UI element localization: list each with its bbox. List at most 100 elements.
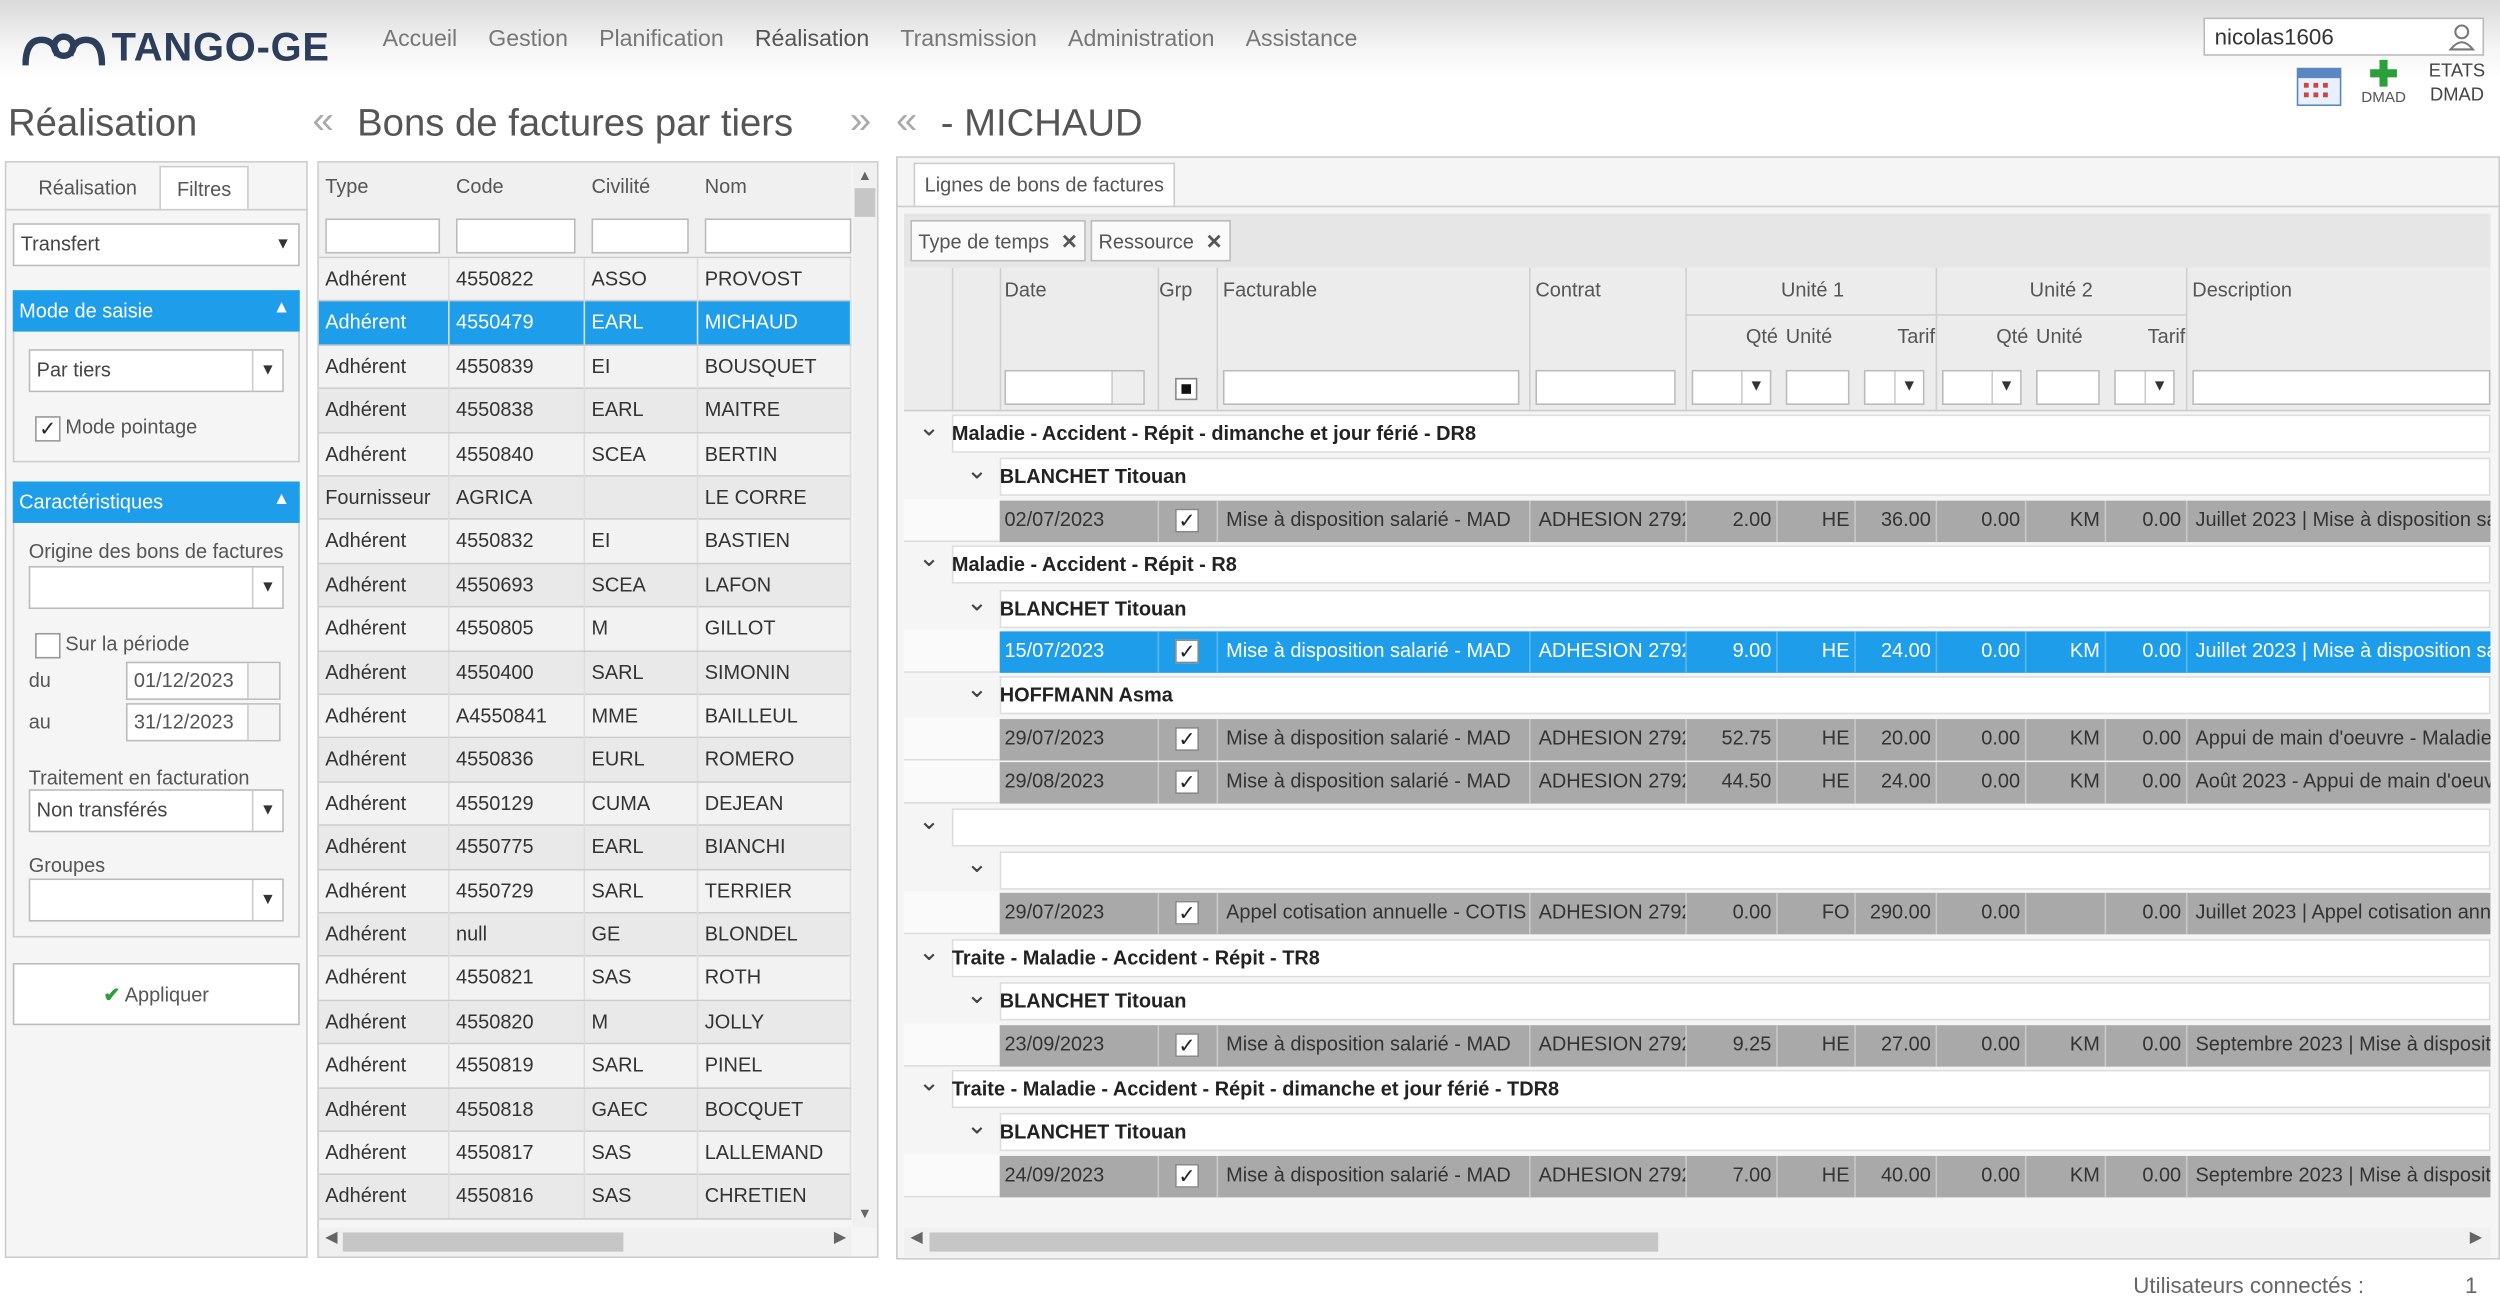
expand-right-icon[interactable]: » — [850, 99, 871, 144]
tab-lignes[interactable]: Lignes de bons de factures — [913, 162, 1176, 208]
subgroup-row[interactable]: ⌄ BLANCHET Titouan — [904, 1110, 2491, 1154]
filter-unite2-input[interactable] — [2036, 369, 2100, 405]
collapse-left-icon[interactable]: « — [313, 99, 334, 144]
line-row[interactable]: ✓ 24/09/2023 Mise à disposition salarié - … — [904, 1154, 2491, 1198]
col-civilite[interactable]: Civilité — [592, 175, 651, 197]
tiers-vscroll[interactable]: ▲ ▼ — [853, 162, 877, 1228]
line-row[interactable]: ✓ 29/07/2023 Mise à disposition salarié - … — [904, 717, 2491, 761]
tiers-row[interactable]: Adhérent 4550821 SAS ROTH — [318, 957, 852, 1001]
etats-dmad-button[interactable]: ETATS DMAD — [2420, 61, 2493, 109]
line-row[interactable]: ✓ 29/07/2023 Appel cotisation annuelle - C… — [904, 891, 2491, 936]
filter-civilite-input[interactable] — [591, 218, 689, 254]
filter-grp-checkbox[interactable] — [1175, 377, 1198, 401]
grp-checkbox[interactable]: ✓ — [1175, 726, 1199, 751]
calendar-icon[interactable] — [247, 663, 280, 699]
tiers-row[interactable]: Adhérent 4550729 SARL TERRIER — [318, 869, 852, 914]
subgroup-row[interactable]: ⌄ — [904, 848, 2491, 892]
tiers-row[interactable]: Adhérent 4550479 EARL MICHAUD — [318, 301, 852, 346]
grp-checkbox[interactable]: ✓ — [1175, 901, 1199, 926]
col-unite-1[interactable]: Unité — [1786, 325, 1833, 347]
subgroup-row[interactable]: ⌄ BLANCHET Titouan — [904, 979, 2491, 1023]
chevron-down-icon[interactable]: ▼ — [1894, 371, 1923, 404]
scroll-thumb[interactable] — [342, 1232, 624, 1252]
filter-qte1-input[interactable]: ▼ — [1691, 369, 1772, 405]
col-tarif-2[interactable]: Tarif — [2148, 325, 2186, 347]
group-row[interactable]: ⌄ Traite - Maladie - Accident - Répit - T… — [904, 936, 2491, 980]
col-date[interactable]: Date — [1004, 279, 1046, 301]
chevron-down-icon[interactable]: ⌄ — [966, 586, 987, 618]
menu-transmission[interactable]: Transmission — [900, 27, 1037, 53]
chevron-down-icon[interactable]: ⌄ — [918, 1067, 939, 1099]
app-logo[interactable]: TANGO-GE — [22, 22, 330, 73]
user-icon[interactable] — [2447, 22, 2476, 51]
mode-saisie-header[interactable]: Mode de saisie ▲ — [12, 290, 300, 332]
group-row[interactable]: ⌄ Maladie - Accident - Répit - R8 — [904, 542, 2491, 586]
au-date-input[interactable]: 31/12/2023 — [125, 703, 281, 742]
col-unite2[interactable]: Unité 2 — [2030, 279, 2093, 301]
periode-checkbox[interactable] — [35, 632, 61, 659]
filter-qte2-input[interactable]: ▼ — [1941, 369, 2022, 405]
group-chip-ressource[interactable]: Ressource ✕ — [1090, 220, 1231, 262]
filter-tarif1-input[interactable]: ▼ — [1863, 369, 1925, 405]
chevron-down-icon[interactable]: ⌄ — [966, 1110, 987, 1142]
tiers-row[interactable]: Adhérent 4550816 SAS CHRETIEN — [318, 1175, 852, 1220]
tiers-row[interactable]: Adhérent 4550129 CUMA DEJEAN — [318, 782, 852, 827]
tiers-row[interactable]: Fournisseur AGRICA LE CORRE — [318, 476, 852, 521]
chevron-down-icon[interactable]: ▼ — [1991, 371, 2020, 404]
group-row[interactable]: ⌄ Maladie - Accident - Répit - dimanche e… — [904, 411, 2491, 455]
menu-assistance[interactable]: Assistance — [1246, 27, 1358, 53]
chevron-left-icon[interactable]: ◀ — [910, 1229, 922, 1247]
user-field[interactable]: nicolas1606 — [2203, 17, 2485, 56]
chevron-down-icon[interactable]: ▼ — [1741, 371, 1770, 404]
caracteristiques-header[interactable]: Caractéristiques ▲ — [12, 481, 300, 523]
tiers-row[interactable]: Adhérent 4550400 SARL SIMONIN — [318, 651, 852, 696]
menu-planification[interactable]: Planification — [599, 27, 724, 53]
tiers-row[interactable]: Adhérent 4550693 SCEA LAFON — [318, 564, 852, 608]
tiers-row[interactable]: Adhérent 4550818 GAEC BOCQUET — [318, 1088, 852, 1132]
chevron-down-icon[interactable]: ⌄ — [918, 411, 939, 443]
tiers-row[interactable]: Adhérent 4550775 EARL BIANCHI — [318, 826, 852, 870]
subgroup-row[interactable]: ⌄ HOFFMANN Asma — [904, 673, 2491, 717]
group-row[interactable]: ⌄ — [904, 805, 2491, 849]
line-row[interactable]: ✓ 29/08/2023 Mise à disposition salarié - … — [904, 760, 2491, 805]
filter-code-input[interactable] — [455, 218, 576, 254]
menu-realisation[interactable]: Réalisation — [755, 27, 869, 53]
col-type[interactable]: Type — [325, 175, 368, 197]
close-icon[interactable]: ✕ — [1061, 231, 1078, 253]
grp-checkbox[interactable]: ✓ — [1175, 1163, 1199, 1188]
chevron-down-icon[interactable]: ⌄ — [966, 848, 987, 880]
chevron-down-icon[interactable]: ⌄ — [966, 455, 987, 487]
col-qte-1[interactable]: Qté — [1746, 325, 1778, 347]
col-contrat[interactable]: Contrat — [1535, 279, 1600, 301]
col-tarif-1[interactable]: Tarif — [1897, 325, 1935, 347]
menu-accueil[interactable]: Accueil — [383, 27, 458, 53]
traitement-select[interactable]: Non transférés ▼ — [28, 789, 284, 833]
col-description[interactable]: Description — [2192, 279, 2292, 301]
filter-nom-input[interactable] — [704, 218, 852, 254]
groupes-select[interactable]: ▼ — [28, 878, 284, 922]
tiers-row[interactable]: Adhérent 4550820 M JOLLY — [318, 1000, 852, 1045]
subgroup-row[interactable]: ⌄ BLANCHET Titouan — [904, 586, 2491, 630]
du-date-input[interactable]: 01/12/2023 — [125, 661, 281, 700]
dmad-add-button[interactable]: ✚ DMAD — [2360, 57, 2408, 107]
group-chip-type-temps[interactable]: Type de temps ✕ — [910, 220, 1086, 262]
chevron-down-icon[interactable]: ⌄ — [966, 673, 987, 705]
tab-filtres[interactable]: Filtres — [159, 165, 249, 211]
col-grp[interactable]: Grp — [1159, 279, 1192, 301]
origine-select[interactable]: ▼ — [28, 566, 284, 610]
col-facturable[interactable]: Facturable — [1223, 279, 1317, 301]
chevron-right-icon[interactable]: ▶ — [834, 1229, 846, 1247]
lines-hscroll[interactable]: ◀ ▶ — [904, 1227, 2491, 1257]
tiers-row[interactable]: Adhérent 4550822 ASSO PROVOST — [318, 258, 852, 302]
tiers-row[interactable]: Adhérent A4550841 MME BAILLEUL — [318, 695, 852, 739]
filter-contrat-input[interactable] — [1535, 369, 1676, 405]
tiers-row[interactable]: Adhérent 4550836 EURL ROMERO — [318, 738, 852, 783]
filter-tarif2-input[interactable]: ▼ — [2114, 369, 2175, 405]
scroll-thumb[interactable] — [854, 188, 876, 217]
line-row[interactable]: ✓ 15/07/2023 Mise à disposition salarié - … — [904, 629, 2491, 674]
tiers-row[interactable]: Adhérent 4550805 M GILLOT — [318, 607, 852, 652]
menu-administration[interactable]: Administration — [1068, 27, 1214, 53]
tiers-row[interactable]: Adhérent 4550839 EI BOUSQUET — [318, 345, 852, 390]
tiers-row[interactable]: Adhérent 4550817 SAS LALLEMAND — [318, 1132, 852, 1176]
calendar-icon[interactable] — [1111, 371, 1144, 404]
